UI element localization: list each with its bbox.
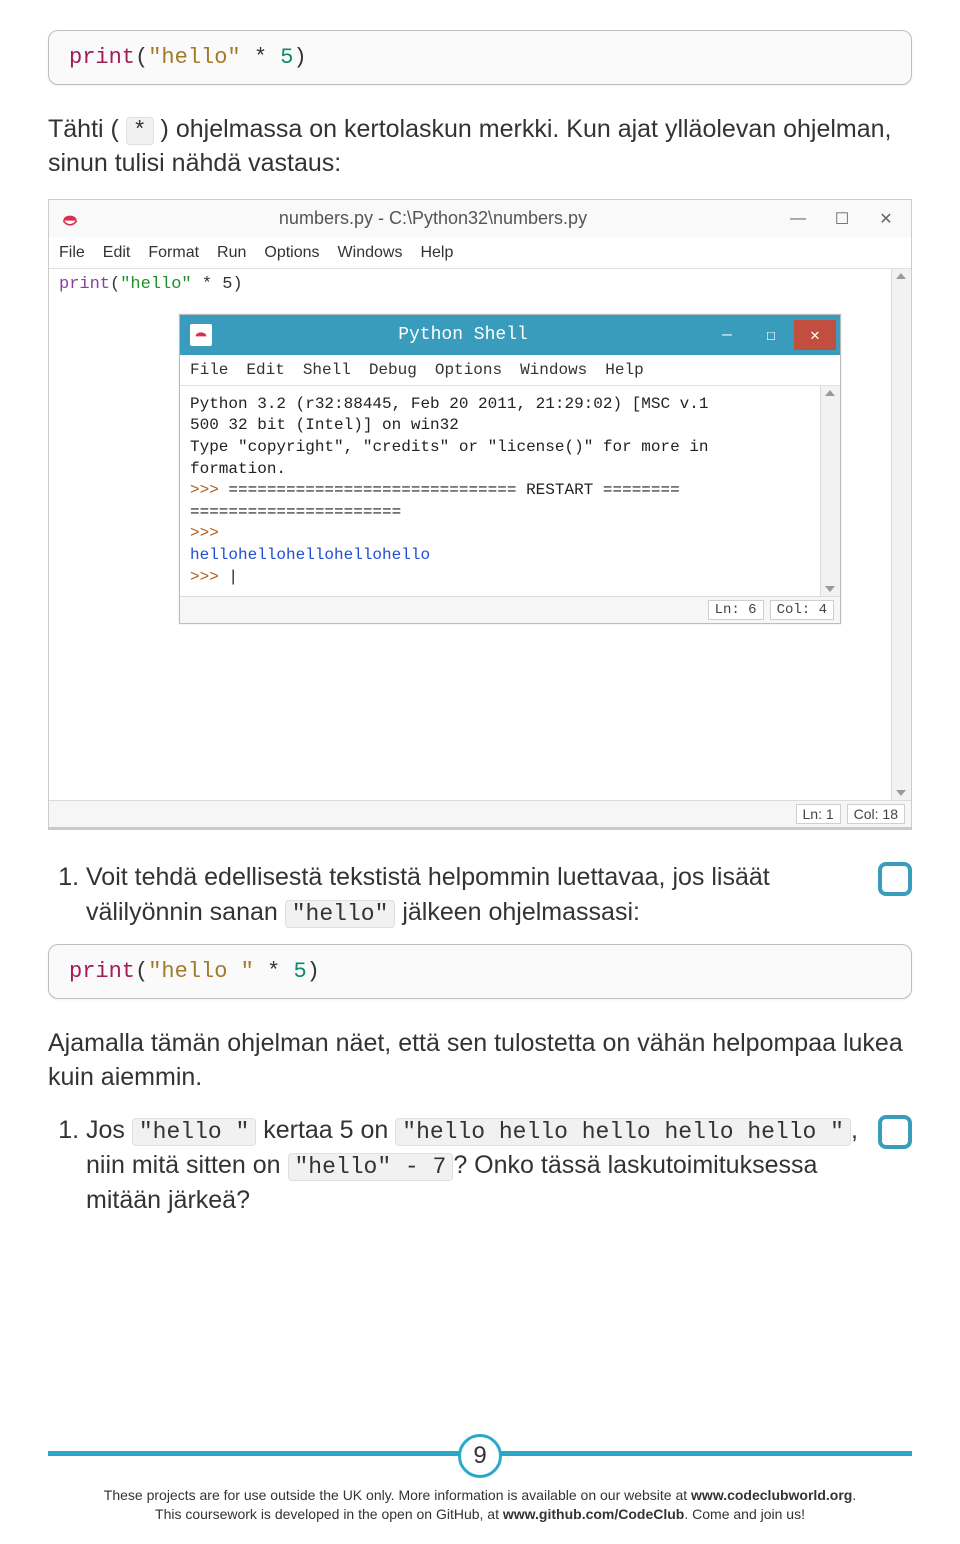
close-button[interactable]: ✕	[865, 204, 907, 234]
editor-string: "hello"	[120, 275, 191, 294]
menu-options[interactable]: Options	[435, 361, 502, 379]
footer-line-1: These projects are for use outside the U…	[104, 1487, 691, 1503]
close-button[interactable]: ✕	[794, 320, 836, 350]
code-op: *	[241, 45, 281, 70]
paragraph-after: Ajamalla tämän ohjelman näet, että sen t…	[48, 1027, 912, 1095]
editor-scrollbar[interactable]	[891, 269, 911, 800]
step-1-text: Voit tehdä edellisestä tekstistä helpomm…	[86, 860, 868, 930]
menu-help[interactable]: Help	[420, 244, 453, 262]
menu-debug[interactable]: Debug	[369, 361, 417, 379]
shell-line: Type "copyright", "credits" or "license(…	[190, 437, 816, 459]
editor-paren: (	[110, 275, 120, 294]
footer-text: These projects are for use outside the U…	[48, 1486, 912, 1524]
code-number: 5	[280, 45, 293, 70]
footer-line-2: This coursework is developed in the open…	[155, 1506, 503, 1522]
shell-scrollbar[interactable]	[820, 386, 840, 596]
menu-edit[interactable]: Edit	[103, 244, 131, 262]
shell-line: Python 3.2 (r32:88445, Feb 20 2011, 21:2…	[190, 394, 816, 416]
editor-menubar: File Edit Format Run Options Windows Hel…	[49, 238, 911, 269]
code-paren: (	[135, 959, 148, 984]
text: ) ohjelmassa on kertolaskun merkki. Kun …	[48, 115, 891, 177]
shell-menubar: File Edit Shell Debug Options Windows He…	[180, 355, 840, 386]
menu-edit[interactable]: Edit	[246, 361, 284, 379]
editor-op: * 5	[192, 275, 233, 294]
code-keyword: print	[69, 959, 135, 984]
code-paren: (	[135, 45, 148, 70]
editor-status-col: Col: 18	[847, 804, 905, 824]
footer-link-github[interactable]: www.github.com/CodeClub	[503, 1506, 684, 1522]
code-string: "hello"	[148, 45, 240, 70]
inline-code-hello-minus-7: "hello" - 7	[288, 1153, 454, 1181]
code-op: *	[254, 959, 294, 984]
menu-windows[interactable]: Windows	[520, 361, 587, 379]
code-keyword: print	[69, 45, 135, 70]
code-paren: )	[307, 959, 320, 984]
shell-window: Python Shell — ☐ ✕ File Edit Shell Debug…	[179, 314, 841, 624]
maximize-button[interactable]: ☐	[750, 320, 792, 350]
footer-link-world[interactable]: www.codeclubworld.org	[691, 1487, 852, 1503]
text: jälkeen ohjelmassasi:	[395, 898, 640, 926]
code-block-2: print("hello " * 5)	[48, 944, 912, 999]
shell-text-area[interactable]: Python 3.2 (r32:88445, Feb 20 2011, 21:2…	[180, 386, 840, 596]
shell-line: formation.	[190, 459, 816, 481]
editor-titlebar: numbers.py - C:\Python32\numbers.py — ☐ …	[49, 200, 911, 238]
shell-titlebar: Python Shell — ☐ ✕	[180, 315, 840, 355]
text: kertaa 5 on	[256, 1116, 395, 1144]
editor-paren: )	[232, 275, 242, 294]
inline-code-hello-space: "hello "	[132, 1118, 256, 1146]
text: Jos	[86, 1116, 132, 1144]
code-string: "hello "	[148, 959, 254, 984]
menu-help[interactable]: Help	[605, 361, 643, 379]
minimize-button[interactable]: —	[706, 320, 748, 350]
menu-shell[interactable]: Shell	[303, 361, 351, 379]
editor-title: numbers.py - C:\Python32\numbers.py	[91, 208, 775, 229]
maximize-button[interactable]: ☐	[821, 204, 863, 234]
shell-status-ln: Ln: 6	[708, 600, 764, 620]
shell-line-restart: >>> ============================== RESTA…	[190, 480, 816, 502]
menu-format[interactable]: Format	[148, 244, 199, 262]
python-logo-icon	[190, 324, 212, 346]
paragraph-intro: Tähti ( * ) ohjelmassa on kertolaskun me…	[48, 113, 912, 181]
editor-status-ln: Ln: 1	[796, 804, 841, 824]
shell-output: hellohellohellohellohello	[190, 545, 816, 567]
ide-screenshot: numbers.py - C:\Python32\numbers.py — ☐ …	[48, 199, 912, 830]
minimize-button[interactable]: —	[777, 204, 819, 234]
inline-code-hello: "hello"	[285, 900, 396, 928]
code-paren: )	[293, 45, 306, 70]
editor-statusbar: Ln: 1 Col: 18	[49, 800, 911, 827]
shell-line: ======================	[190, 502, 816, 524]
menu-options[interactable]: Options	[264, 244, 319, 262]
menu-windows[interactable]: Windows	[338, 244, 403, 262]
shell-line: 500 32 bit (Intel)] on win32	[190, 415, 816, 437]
shell-statusbar: Ln: 6 Col: 4	[180, 596, 840, 623]
step-1-checkbox[interactable]	[878, 862, 912, 896]
editor-kw: print	[59, 275, 110, 294]
code-number: 5	[293, 959, 306, 984]
shell-title: Python Shell	[222, 325, 704, 345]
menu-run[interactable]: Run	[217, 244, 246, 262]
editor-text-area[interactable]: print("hello" * 5) Python Shell — ☐ ✕ Fi…	[49, 269, 911, 800]
code-block-1: print("hello" * 5)	[48, 30, 912, 85]
python-logo-icon	[59, 208, 81, 230]
menu-file[interactable]: File	[59, 244, 85, 262]
step-2-text: Jos "hello " kertaa 5 on "hello hello he…	[86, 1113, 868, 1218]
inline-code-asterisk: *	[126, 117, 154, 145]
shell-prompt: >>>	[190, 523, 816, 545]
shell-prompt-cursor: >>> |	[190, 567, 816, 589]
shell-status-col: Col: 4	[770, 600, 834, 620]
text: Tähti (	[48, 115, 126, 143]
menu-file[interactable]: File	[190, 361, 228, 379]
step-2-checkbox[interactable]	[878, 1115, 912, 1149]
inline-code-hello5: "hello hello hello hello hello "	[395, 1118, 851, 1146]
page-number: 9	[458, 1434, 502, 1478]
